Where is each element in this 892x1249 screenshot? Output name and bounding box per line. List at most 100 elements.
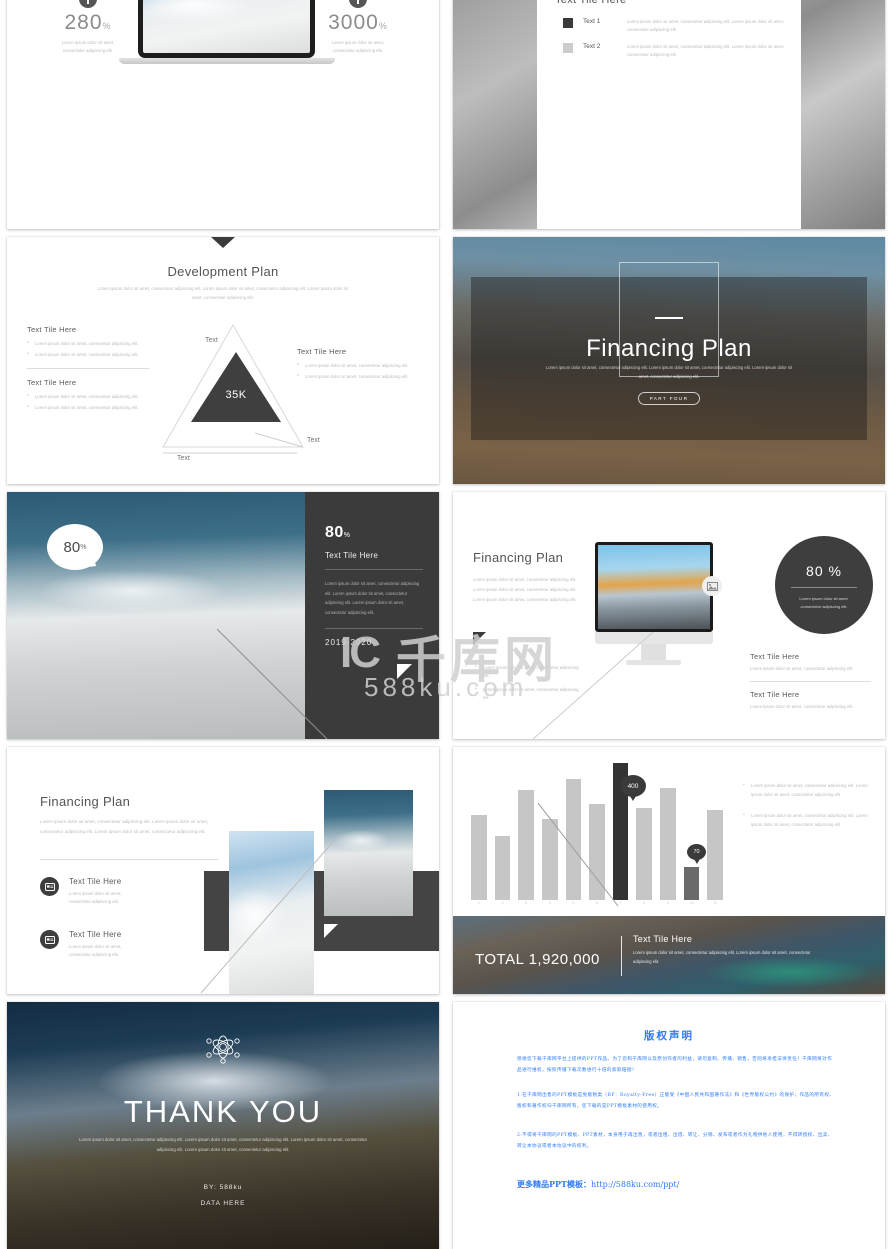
- circle-body: Lorem ipsum dolor sit amet, consectetur …: [799, 596, 849, 609]
- panel-value: 80: [325, 524, 344, 541]
- divider: [791, 587, 857, 588]
- slide2-title: Text Tile Here: [555, 0, 627, 6]
- slide-financing-photos[interactable]: Financing Plan Lorem ipsum dolor sit ame…: [7, 747, 439, 994]
- block-item: Lorem ipsum dolor sit amet, consectetur …: [27, 403, 149, 412]
- panel-unit: %: [343, 532, 351, 539]
- laptop-base: [119, 58, 335, 64]
- image-glyph: [706, 581, 718, 591]
- item-heading: Text Tile Here: [750, 652, 800, 661]
- atom-ornament-icon: [206, 1035, 240, 1064]
- slide8-bullet: Lorem ipsum dolor sit amet, consectetur …: [743, 780, 873, 800]
- slide4-title: Financing Plan: [586, 335, 752, 362]
- block-item: Lorem ipsum dolor sit amet, consectetur …: [27, 339, 149, 348]
- legend-swatch: [563, 18, 573, 28]
- divider: [40, 859, 218, 860]
- x-tick: 1: [477, 900, 480, 905]
- legend-swatch: [563, 43, 573, 54]
- divider: [27, 368, 149, 370]
- thank-you-body: Lorem ipsum dolor sit amet, consectetur …: [78, 1137, 368, 1153]
- block-heading: Text Tile Here: [27, 378, 77, 388]
- card-icon: [40, 877, 59, 896]
- slide-financing-hero[interactable]: Financing Plan Lorem ipsum dolor sit ame…: [453, 237, 885, 484]
- diagonal-line: [538, 803, 619, 907]
- x-tick: 9: [666, 900, 670, 905]
- copyright-title: 版权声明: [644, 1030, 694, 1042]
- circle-value: 80 %: [806, 563, 842, 579]
- triangle-fill: [191, 352, 281, 422]
- copyright-footer[interactable]: 更多精品PPT模板：http://588ku.com/ppt/: [517, 1174, 679, 1192]
- copyright-intro: 感谢您下载千库网平台上提供的PPT作品。为了您和千库网以及原创作者的利益，请勿复…: [517, 1057, 833, 1074]
- bar[interactable]: [707, 809, 724, 900]
- slide-stats-laptop[interactable]: 280% Lorem ipsum dolor sit amet, consect…: [7, 0, 439, 229]
- slide3-subtitle: Lorem ipsum dolor sit amet, consectetur …: [97, 286, 349, 300]
- stat-right: 3000% Lorem ipsum dolor sit amet, consec…: [283, 0, 433, 54]
- stat-right-value: 3000%: [328, 11, 388, 34]
- thank-you-data: DATA HERE: [200, 1200, 246, 1207]
- bar[interactable]: [518, 790, 534, 900]
- legend-row[interactable]: Text 2 Lorem ipsum dolor sit amet, conse…: [563, 43, 785, 58]
- caret-down-icon: [211, 237, 235, 248]
- legend-card: Text Tile Here Text 1 Lorem ipsum dolor …: [537, 0, 801, 229]
- bar-low[interactable]: [683, 867, 700, 900]
- legend-row[interactable]: Text 1 Lorem ipsum dolor sit amet, conse…: [563, 18, 785, 33]
- caption-title: Text Tile Here: [633, 934, 693, 945]
- item-body: Lorem ipsum dolor sit amet, consectetur …: [69, 944, 122, 957]
- card-icon: [40, 930, 59, 949]
- divider: [325, 569, 423, 570]
- feature-item[interactable]: Text Tile Here Lorem ipsum dolor sit ame…: [40, 930, 121, 958]
- person-icon: [349, 0, 367, 8]
- block-heading: Text Tile Here: [27, 325, 77, 334]
- triangle-label-bottom: Text: [177, 455, 190, 462]
- hero-rule: [655, 317, 683, 319]
- triangle-label-top: Text: [205, 337, 218, 344]
- caption-body: Lorem ipsum dolor sit amet, consectetur …: [633, 950, 811, 964]
- feature-item[interactable]: Text Tile Here Lorem ipsum dolor sit ame…: [40, 877, 121, 905]
- legend-label: Text 1: [583, 18, 601, 25]
- item-heading: Text Tile Here: [69, 877, 122, 886]
- chart-callout-70: 70: [687, 844, 706, 864]
- block-item: Lorem ipsum dolor sit amet, consectetur …: [27, 350, 149, 359]
- bar[interactable]: [660, 787, 676, 900]
- total-readout: TOTAL 1,920,000: [475, 951, 600, 968]
- slide4-body: Lorem ipsum dolor sit amet, consectetur …: [545, 365, 793, 380]
- person-icon: [79, 0, 97, 8]
- item-heading: Text Tile Here: [750, 689, 800, 699]
- slide7-title: Financing Plan: [40, 794, 131, 809]
- x-tick: 2: [501, 900, 504, 905]
- slide-copyright[interactable]: 版权声明 感谢您下载千库网平台上提供的PPT作品。为了您和千库网以及原创作者的利…: [453, 1002, 885, 1249]
- card-glyph: [44, 882, 55, 891]
- slide7-body: Lorem ipsum dolor sit amet, consectetur …: [40, 819, 209, 835]
- slide-thank-you[interactable]: THANK YOU Lorem ipsum dolor sit amet, co…: [7, 1002, 439, 1249]
- slide8-bullet: Lorem ipsum dolor sit amet, consectetur …: [743, 810, 873, 830]
- triangle-value: 35K: [225, 389, 247, 401]
- slide-development-plan[interactable]: Development Plan Lorem ipsum dolor sit a…: [7, 237, 439, 484]
- panel-title: Text Tile Here: [325, 551, 379, 560]
- monitor-mockup: [595, 542, 713, 632]
- legend-text: Lorem ipsum dolor sit amet, consectetur …: [627, 44, 785, 57]
- card-glyph: [44, 935, 55, 944]
- image-icon: [702, 576, 722, 596]
- bubble-value: 80: [63, 538, 81, 556]
- stat-right-desc: Lorem ipsum dolor sit amet, consectetur …: [331, 40, 385, 53]
- chart-callout-400: 400: [620, 775, 646, 801]
- slide6-body: Lorem ipsum dolor sit amet, consectetur …: [473, 577, 577, 602]
- x-tick: 11: [713, 900, 718, 905]
- footer-label: 更多精品PPT模板：: [517, 1179, 591, 1189]
- x-tick: 10: [689, 900, 694, 905]
- panel-body: Lorem ipsum dolor sit amet, consectetur …: [325, 581, 420, 615]
- legend-text: Lorem ipsum dolor sit amet, consectetur …: [627, 19, 785, 32]
- item-body: Lorem ipsum dolor sit amet, consectetur …: [750, 666, 854, 671]
- watermark-sub: 588ku.com: [364, 672, 528, 702]
- bar[interactable]: [471, 815, 487, 900]
- monitor-photo: [598, 545, 710, 629]
- watermark-ic: IC: [340, 628, 381, 677]
- bubble-unit: %: [80, 543, 87, 551]
- slide-legend[interactable]: Text Tile Here Text 1 Lorem ipsum dolor …: [453, 0, 885, 229]
- part-badge[interactable]: PART FOUR: [637, 392, 701, 405]
- percent-circle: 80 % Lorem ipsum dolor sit amet, consect…: [775, 536, 873, 634]
- bar[interactable]: [494, 835, 511, 900]
- footer-url[interactable]: http://588ku.com/ppt/: [591, 1180, 679, 1189]
- slide-bar-chart[interactable]: 1 2 3 4 5 6 7 8 9 10 11 400 70 Lorem ips…: [453, 747, 885, 994]
- thank-you-by: BY: 588ku: [203, 1184, 243, 1191]
- block-item: Lorem ipsum dolor sit amet, consectetur …: [27, 392, 149, 401]
